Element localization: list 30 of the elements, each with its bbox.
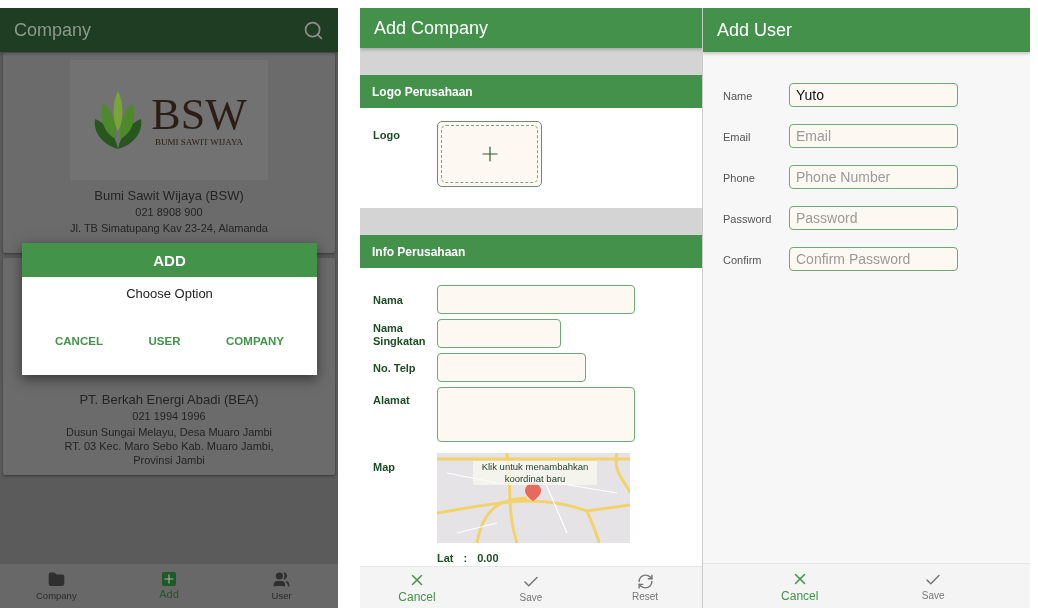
lat-separator: : — [463, 552, 468, 564]
field-label: Confirm — [723, 254, 763, 266]
company-phone: 021 1994 1996 — [132, 410, 206, 422]
field-label: Email — [723, 131, 752, 143]
company-phone: 021 8908 900 — [135, 206, 203, 218]
field-label: No. Telp — [373, 362, 417, 375]
map-hint: Klik untuk menambahkan koordinat baru — [473, 461, 597, 485]
dialog-message: Choose Option — [126, 286, 213, 301]
field-label: Phone — [723, 172, 756, 184]
field-label: Nama — [373, 294, 404, 307]
field-label: Map — [373, 461, 396, 474]
lat-label: Lat — [437, 552, 454, 564]
screen-title: Add User — [717, 19, 793, 41]
lat-value: 0.00 — [477, 552, 499, 564]
field-label: Nama Singkatan — [373, 322, 427, 348]
company-name: PT. Berkah Energi Abadi (BEA) — [79, 392, 259, 407]
dialog-title: ADD — [22, 243, 317, 277]
screen-title: Add Company — [374, 17, 489, 39]
field-label: Password — [723, 213, 773, 225]
field-label: Name — [723, 90, 754, 102]
logo-tagline: BUMI SAWIT WIJAYA — [154, 137, 244, 147]
field-label: Alamat — [373, 394, 411, 407]
company-address: Jl. TB Simatupang Kav 23-24, Alamanda — [69, 221, 269, 235]
company-address: Dusun Sungai Melayu, Desa Muaro Jambi RT. 03 Kec. Maro Sebo Kab. Muaro Jambi, Provinsi Jambi — [63, 425, 275, 467]
field-label: Logo — [373, 129, 401, 142]
section-header: Info Perusahaan — [360, 235, 702, 268]
section-header: Logo Perusahaan — [360, 75, 702, 108]
company-name: Bumi Sawit Wijaya (BSW) — [94, 188, 244, 203]
screen-title: Company — [14, 19, 92, 41]
logo-mark: BSW — [151, 93, 247, 137]
